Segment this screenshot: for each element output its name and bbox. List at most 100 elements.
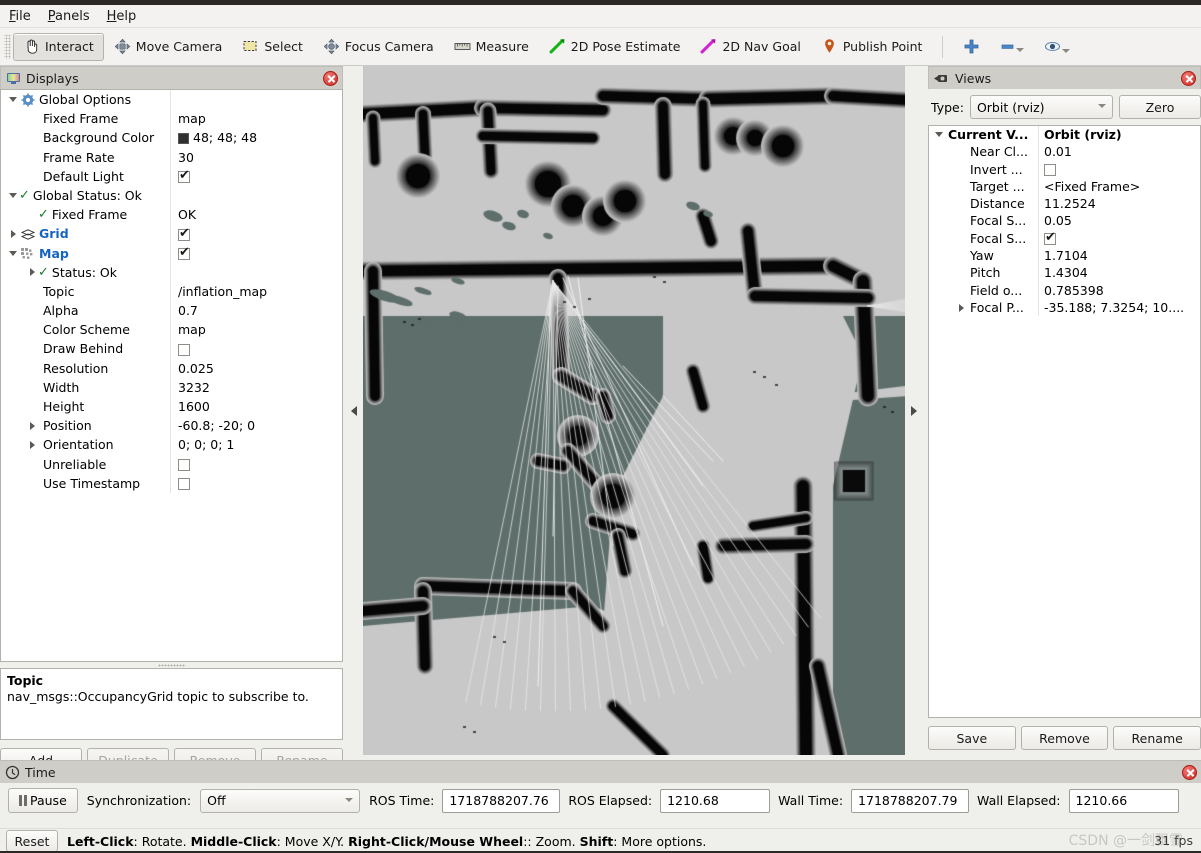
displays-row-global-status-ok[interactable]: ✓ Global Status: Ok [1,185,342,206]
views-row-value-cell[interactable]: 11.2524 [1039,195,1200,212]
toolbar-grip[interactable] [4,34,11,59]
views-row-value-cell[interactable]: Orbit (rviz) [1039,126,1200,143]
time-field-ros-time[interactable]: 1718788207.76 [442,788,561,813]
displays-row-width[interactable]: Width 3232 [1,377,342,397]
tool-visibility-caret-icon[interactable] [1062,49,1071,53]
displays-row-value-cell[interactable]: 30 [171,148,342,167]
views-row-value-cell[interactable] [1039,230,1200,247]
displays-row-alpha[interactable]: Alpha 0.7 [1,301,342,321]
displays-row-value-cell[interactable]: 0; 0; 0; 1 [171,435,342,454]
views-row-value-cell[interactable] [1039,161,1200,178]
views-row-value-cell[interactable]: 0.785398 [1039,282,1200,299]
displays-row-orientation[interactable]: Orientation 0; 0; 0; 1 [1,435,342,455]
displays-row-value-cell[interactable]: map [171,320,342,339]
views-row-target[interactable]: Target ... <Fixed Frame> [929,177,1200,196]
views-row-distance[interactable]: Distance 11.2524 [929,195,1200,213]
remove-view-button[interactable]: Remove [1020,726,1109,750]
views-tree[interactable]: Current V... Orbit (rviz) Near Cl... 0.01 In… [928,125,1201,718]
menu-item-panels[interactable]: Panels [48,7,101,26]
menu-item-help[interactable]: Help [107,7,148,26]
views-row-value-cell[interactable]: 0.01 [1039,143,1200,160]
displays-row-checkbox[interactable] [178,168,190,184]
toolbar-button-publish-point[interactable]: Publish Point [811,33,933,61]
displays-row-fixed-frame[interactable]: ✓ Fixed Frame OK [1,205,342,225]
save-view-button[interactable]: Save [928,726,1016,750]
add-tool-button[interactable] [953,33,990,61]
displays-row-status-ok[interactable]: ✓ Status: Ok [1,262,342,282]
right-panel-collapse-handle[interactable] [905,66,923,755]
displays-row-background-color[interactable]: Background Color 48; 48; 48 [1,128,342,148]
toolbar-button-focus-camera[interactable]: Focus Camera [313,33,444,61]
displays-row-color-scheme[interactable]: Color Scheme map [1,320,342,340]
views-row-focal-s[interactable]: Focal S... [929,229,1200,248]
views-row-checkbox[interactable] [1044,230,1056,246]
views-row-value-cell[interactable]: 1.4304 [1039,264,1200,281]
displays-row-grid[interactable]: Grid [1,224,342,244]
displays-row-value-cell[interactable]: 3232 [171,378,342,397]
views-type-select[interactable]: Orbit (rviz) [969,95,1113,119]
views-row-value-cell[interactable]: 1.7104 [1039,247,1200,264]
views-row-value-cell[interactable]: <Fixed Frame> [1039,178,1200,195]
displays-row-checkbox[interactable] [178,226,190,241]
tool-visibility-button[interactable] [1034,33,1080,61]
displays-close-icon[interactable] [323,70,338,86]
views-row-yaw[interactable]: Yaw 1.7104 [929,247,1200,265]
displays-row-value-cell[interactable]: -60.8; -20; 0 [171,416,342,435]
displays-row-value-cell[interactable] [171,455,342,474]
chevron-down-icon[interactable] [933,132,945,138]
rename-view-button[interactable]: Rename [1113,726,1201,750]
pause-button[interactable]: Pause [8,788,78,813]
chevron-down-icon[interactable] [7,250,19,256]
displays-row-global-options[interactable]: Global Options [1,90,342,110]
displays-row-value-cell[interactable]: map [171,109,342,128]
displays-row-checkbox[interactable] [178,245,190,260]
displays-row-use-timestamp[interactable]: Use Timestamp [1,473,342,493]
displays-row-height[interactable]: Height 1600 [1,397,342,417]
displays-row-checkbox[interactable] [178,343,190,356]
chevron-down-icon[interactable] [7,193,19,199]
sync-select[interactable]: Off [200,788,361,813]
reset-button[interactable]: Reset [6,830,58,852]
views-row-near-cl[interactable]: Near Cl... 0.01 [929,143,1200,161]
menu-item-file[interactable]: File [9,7,42,26]
views-row-checkbox[interactable] [1044,164,1056,177]
displays-row-map[interactable]: Map [1,243,342,263]
displays-row-value-cell[interactable] [171,224,342,243]
displays-row-value-cell[interactable] [171,339,342,358]
displays-row-resolution[interactable]: Resolution 0.025 [1,358,342,378]
chevron-right-icon[interactable] [26,268,38,277]
displays-row-checkbox[interactable] [178,478,190,491]
chevron-right-icon[interactable] [7,229,19,238]
displays-row-value-cell[interactable]: 1600 [171,397,342,416]
views-row-focal-s[interactable]: Focal S... 0.05 [929,212,1200,230]
displays-row-draw-behind[interactable]: Draw Behind [1,339,342,359]
toolbar-button-2d-pose-estimate[interactable]: 2D Pose Estimate [539,33,691,61]
views-row-value-cell[interactable]: 0.05 [1039,212,1200,229]
displays-row-frame-rate[interactable]: Frame Rate 30 [1,147,342,167]
toolbar-button-interact[interactable]: Interact [13,32,104,61]
left-panel-collapse-handle[interactable] [345,66,363,755]
3d-render-view[interactable] [363,66,905,755]
time-field-wall-time[interactable]: 1718788207.79 [851,788,970,813]
displays-row-value-cell[interactable] [171,167,342,186]
views-row-field-o[interactable]: Field o... 0.785398 [929,281,1200,299]
displays-row-position[interactable]: Position -60.8; -20; 0 [1,416,342,436]
toolbar-button-move-camera[interactable]: Move Camera [104,33,233,61]
chevron-down-icon[interactable] [7,97,19,103]
toolbar-button-select[interactable]: Select [232,33,313,61]
views-zero-button[interactable]: Zero [1119,95,1201,119]
displays-row-value-cell[interactable] [171,474,342,493]
views-row-focal-p[interactable]: Focal P... -35.188; 7.3254; 10.... [929,298,1200,317]
views-row-invert[interactable]: Invert ... [929,160,1200,178]
toolbar-button-2d-nav-goal[interactable]: 2D Nav Goal [690,33,810,61]
time-field-ros-elapsed[interactable]: 1210.68 [660,788,771,813]
time-field-wall-elapsed[interactable]: 1210.66 [1068,788,1179,813]
displays-row-topic[interactable]: Topic/inflation_map [1,281,342,302]
toolbar-button-measure[interactable]: Measure [444,33,539,61]
chevron-right-icon[interactable] [955,303,967,312]
displays-row-value-cell[interactable]: 0.025 [171,359,342,378]
views-row-current-v[interactable]: Current V... Orbit (rviz) [929,126,1200,144]
displays-row-value-cell[interactable]: 0.7 [171,301,342,320]
displays-tree[interactable]: Global Options Fixed Frame map Background C… [0,89,343,662]
views-row-pitch[interactable]: Pitch 1.4304 [929,264,1200,282]
